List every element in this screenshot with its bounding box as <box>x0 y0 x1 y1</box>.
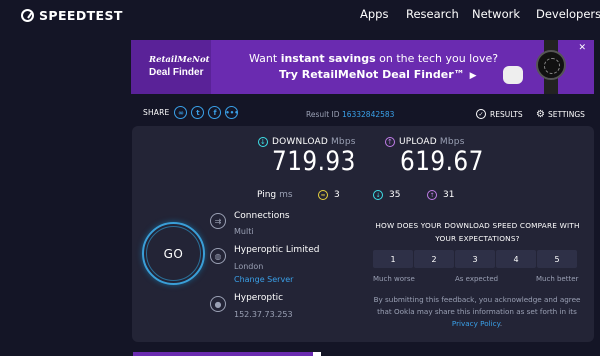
play-arrow-icon: ▶ <box>469 71 477 81</box>
results-button[interactable]: ✓ RESULTS <box>476 109 523 119</box>
bottom-ad-strip-edge <box>313 352 321 356</box>
ping-upload: ↑ 31 <box>427 190 454 200</box>
upload-arrow-icon: ↑ <box>385 137 395 147</box>
download-latency-icon: ↓ <box>373 190 383 200</box>
result-id: Result ID 16332842583 <box>306 110 395 119</box>
nav-apps[interactable]: Apps <box>360 7 388 21</box>
share-label: SHARE <box>143 108 170 117</box>
go-button[interactable]: GO <box>142 222 205 285</box>
rating-5[interactable]: 5 <box>537 250 577 268</box>
ad-headline: Want instant savings on the tech you lov… <box>249 52 499 65</box>
ping-label: Ping ms <box>257 190 293 200</box>
connections-title: Connections <box>234 211 290 221</box>
feedback-disclaimer: By submitting this feedback, you acknowl… <box>373 295 581 328</box>
more-icon[interactable]: ••• <box>225 106 239 119</box>
rating-1[interactable]: 1 <box>373 250 413 268</box>
upload-latency-icon: ↑ <box>427 190 437 200</box>
result-id-value[interactable]: 16332842583 <box>342 110 395 119</box>
ip-address: 152.37.73.253 <box>234 310 293 319</box>
top-bar: SPEEDTEST Apps Research Network Develope… <box>0 0 600 30</box>
rating-4[interactable]: 4 <box>496 250 536 268</box>
rating-2[interactable]: 2 <box>414 250 454 268</box>
rating-high-label: Much better <box>536 275 579 283</box>
globe-icon: ◍ <box>210 248 226 264</box>
ping-idle: ≈ 3 <box>318 190 340 200</box>
upload-speed: 619.67 <box>400 146 484 177</box>
ad-cta[interactable]: Try RetailMeNot Deal Finder™ ▶ <box>279 68 477 81</box>
download-speed: 719.93 <box>272 146 356 177</box>
go-label: GO <box>146 226 201 281</box>
rating-mid-label: As expected <box>455 275 499 283</box>
server-name: Hyperoptic Limited <box>234 245 320 255</box>
ad-brand-bottom: Deal Finder <box>149 67 204 78</box>
connections-value[interactable]: Multi <box>234 227 254 236</box>
survey-question: HOW DOES YOUR DOWNLOAD SPEED COMPARE WIT… <box>375 221 580 243</box>
settings-button[interactable]: ⚙ SETTINGS <box>536 109 585 120</box>
speedometer-icon <box>21 8 34 22</box>
nav-developers[interactable]: Developers <box>536 7 600 21</box>
check-circle-icon: ✓ <box>476 109 486 119</box>
ping-download: ↓ 35 <box>373 190 400 200</box>
user-icon: ● <box>210 296 226 312</box>
earbuds-image <box>503 66 523 84</box>
download-arrow-icon: ↓ <box>258 137 268 147</box>
bottom-ad-strip <box>133 352 321 356</box>
nav-network[interactable]: Network <box>472 7 520 21</box>
change-server-link[interactable]: Change Server <box>234 275 293 284</box>
rating-low-label: Much worse <box>373 275 415 283</box>
rating-3[interactable]: 3 <box>455 250 495 268</box>
connections-icon: ⇉ <box>210 213 226 229</box>
ad-banner[interactable]: RetailMeNot Deal Finder Want instant sav… <box>131 40 594 94</box>
ad-brand-top: RetailMeNot <box>149 55 210 65</box>
gear-icon: ⚙ <box>536 109 545 120</box>
logo-text: SPEEDTEST <box>39 7 123 23</box>
isp-name: Hyperoptic <box>234 293 284 303</box>
smartwatch-image <box>536 40 566 94</box>
twitter-icon[interactable]: t <box>191 106 205 119</box>
speedtest-logo[interactable]: SPEEDTEST <box>21 6 123 24</box>
server-location: London <box>234 262 264 271</box>
ad-close-icon[interactable]: ✕ <box>578 43 586 53</box>
facebook-icon[interactable]: f <box>208 106 222 119</box>
link-icon[interactable]: ∞ <box>174 106 188 119</box>
idle-latency-icon: ≈ <box>318 190 328 200</box>
share-bar: SHARE ∞ t f ••• <box>143 106 242 119</box>
privacy-policy-link[interactable]: Privacy Policy <box>452 319 500 328</box>
nav-research[interactable]: Research <box>406 7 459 21</box>
